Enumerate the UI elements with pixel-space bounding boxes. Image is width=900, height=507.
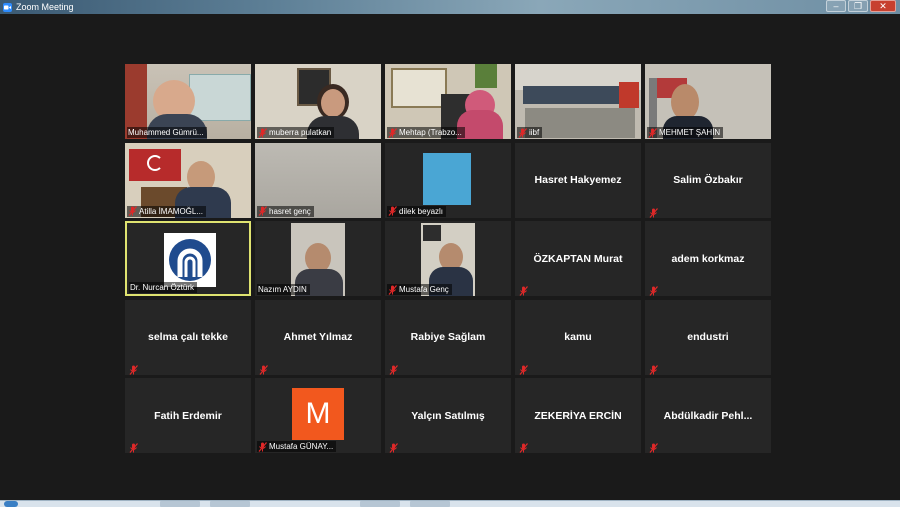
muted-mic-icon: [259, 362, 268, 375]
title-bar: Zoom Meeting – ❐ ✕: [0, 0, 900, 14]
participant-name-label: dilek beyazlı: [387, 205, 447, 217]
participant-name-label: MEHMET ŞAHİN: [647, 127, 724, 138]
participant-tile[interactable]: dilek beyazlı: [385, 142, 511, 218]
participant-tile[interactable]: Mehtap (Trabzo...: [385, 64, 511, 139]
muted-mic-icon: [519, 440, 528, 453]
participant-tile[interactable]: Salim Özbakır: [645, 142, 771, 218]
muted-mic-icon: [519, 283, 528, 296]
taskbar-app[interactable]: [410, 501, 450, 507]
muted-mic-icon: [649, 362, 658, 375]
window-title: Zoom Meeting: [16, 2, 74, 12]
meeting-gallery-view: Muhammed Gümrü... muberra pulatkan Mehtap …: [0, 14, 900, 500]
participant-name: endustri: [687, 331, 729, 343]
participant-tile[interactable]: Rabiye Sağlam: [385, 299, 511, 375]
participant-name-label: Atilla İMAMOĞL...: [127, 205, 207, 217]
participant-name: dilek beyazlı: [399, 206, 444, 216]
participant-tile[interactable]: adem korkmaz: [645, 221, 771, 296]
participant-name: adem korkmaz: [671, 252, 745, 265]
avatar: M: [292, 388, 344, 440]
participant-name-label: muberra pulatkan: [257, 127, 335, 138]
participant-name: ZEKERİYA ERCİN: [534, 409, 622, 422]
zoom-logo-icon: [3, 2, 12, 12]
participant-tile[interactable]: ÖZKAPTAN Murat: [515, 221, 641, 296]
muted-mic-icon: [129, 362, 138, 375]
participant-name: Mustafa Genç: [399, 285, 449, 294]
minimize-button[interactable]: –: [826, 0, 846, 12]
muted-mic-icon: [388, 127, 397, 138]
participant-name: Mustafa GÜNAY...: [269, 442, 334, 451]
close-button[interactable]: ✕: [870, 0, 896, 12]
participant-name: iibf: [529, 128, 540, 137]
participant-grid: Muhammed Gümrü... muberra pulatkan Mehtap …: [125, 64, 774, 453]
participant-name: Ahmet Yılmaz: [283, 331, 353, 343]
participant-name: muberra pulatkan: [269, 128, 332, 137]
participant-name: Nazım AYDIN: [258, 285, 307, 294]
participant-tile[interactable]: M Mustafa GÜNAY...: [255, 378, 381, 453]
participant-tile[interactable]: Yalçın Satılmış: [385, 378, 511, 453]
participant-tile[interactable]: ZEKERİYA ERCİN: [515, 378, 641, 453]
muted-mic-icon: [389, 440, 398, 453]
muted-mic-icon: [388, 206, 397, 216]
participant-tile[interactable]: kamu: [515, 299, 641, 375]
participant-name-label: Mustafa GÜNAY...: [257, 441, 337, 452]
participant-name: MEHMET ŞAHİN: [659, 128, 721, 137]
taskbar-app[interactable]: [360, 501, 400, 507]
maximize-button[interactable]: ❐: [848, 0, 868, 12]
participant-name: Hasret Hakyemez: [534, 174, 622, 186]
muted-mic-icon: [389, 362, 398, 375]
participant-name: ÖZKAPTAN Murat: [533, 252, 623, 265]
participant-tile[interactable]: Atilla İMAMOĞL...: [125, 142, 251, 218]
participant-name: Abdülkadir Pehl...: [663, 409, 753, 422]
muted-mic-icon: [258, 127, 267, 138]
participant-name: kamu: [564, 331, 592, 343]
muted-mic-icon: [129, 440, 138, 453]
participant-name-label: Mehtap (Trabzo...: [387, 127, 465, 138]
muted-mic-icon: [258, 441, 267, 452]
participant-tile[interactable]: Muhammed Gümrü...: [125, 64, 251, 139]
participant-name: Atilla İMAMOĞL...: [139, 206, 204, 216]
participant-tile[interactable]: Abdülkadir Pehl...: [645, 378, 771, 453]
muted-mic-icon: [258, 206, 267, 216]
participant-tile[interactable]: muberra pulatkan: [255, 64, 381, 139]
participant-name-label: Dr. Nurcan Öztürk: [129, 282, 198, 293]
participant-tile[interactable]: endustri: [645, 299, 771, 375]
participant-name-label: iibf: [517, 127, 543, 138]
participant-tile[interactable]: Fatih Erdemir: [125, 378, 251, 453]
participant-tile[interactable]: Nazım AYDIN: [255, 221, 381, 296]
muted-mic-icon: [649, 283, 658, 296]
participant-tile[interactable]: Ahmet Yılmaz: [255, 299, 381, 375]
participant-name: Rabiye Sağlam: [410, 331, 486, 343]
muted-mic-icon: [649, 205, 658, 218]
participant-name: selma çalı tekke: [148, 331, 228, 343]
participant-tile[interactable]: iibf: [515, 64, 641, 139]
participant-tile[interactable]: hasret genç: [255, 142, 381, 218]
participant-name-label: Nazım AYDIN: [257, 284, 310, 295]
muted-mic-icon: [388, 284, 397, 295]
muted-mic-icon: [519, 362, 528, 375]
muted-mic-icon: [128, 206, 137, 216]
window-controls: – ❐ ✕: [824, 0, 896, 13]
participant-name: Dr. Nurcan Öztürk: [130, 283, 195, 292]
participant-tile[interactable]: Hasret Hakyemez: [515, 142, 641, 218]
avatar-letter: M: [305, 397, 331, 430]
participant-name: Yalçın Satılmış: [411, 409, 485, 422]
participant-name-label: hasret genç: [257, 205, 314, 217]
participant-name: Salim Özbakır: [673, 174, 743, 186]
participant-tile[interactable]: MEHMET ŞAHİN: [645, 64, 771, 139]
muted-mic-icon: [518, 127, 527, 138]
participant-name-label: Mustafa Genç: [387, 284, 452, 295]
taskbar-app[interactable]: [160, 501, 200, 507]
muted-mic-icon: [649, 440, 658, 453]
muted-mic-icon: [648, 127, 657, 138]
participant-name: hasret genç: [269, 206, 311, 216]
participant-tile[interactable]: Mustafa Genç: [385, 221, 511, 296]
participant-name: Mehtap (Trabzo...: [399, 128, 462, 137]
participant-name: Muhammed Gümrü...: [128, 128, 204, 137]
start-button[interactable]: [4, 501, 18, 507]
participant-name: Fatih Erdemir: [154, 409, 222, 422]
participant-name-label: Muhammed Gümrü...: [127, 127, 207, 138]
taskbar-app[interactable]: [210, 501, 250, 507]
participant-tile[interactable]: Dr. Nurcan Öztürk: [125, 221, 251, 296]
participant-tile[interactable]: selma çalı tekke: [125, 299, 251, 375]
